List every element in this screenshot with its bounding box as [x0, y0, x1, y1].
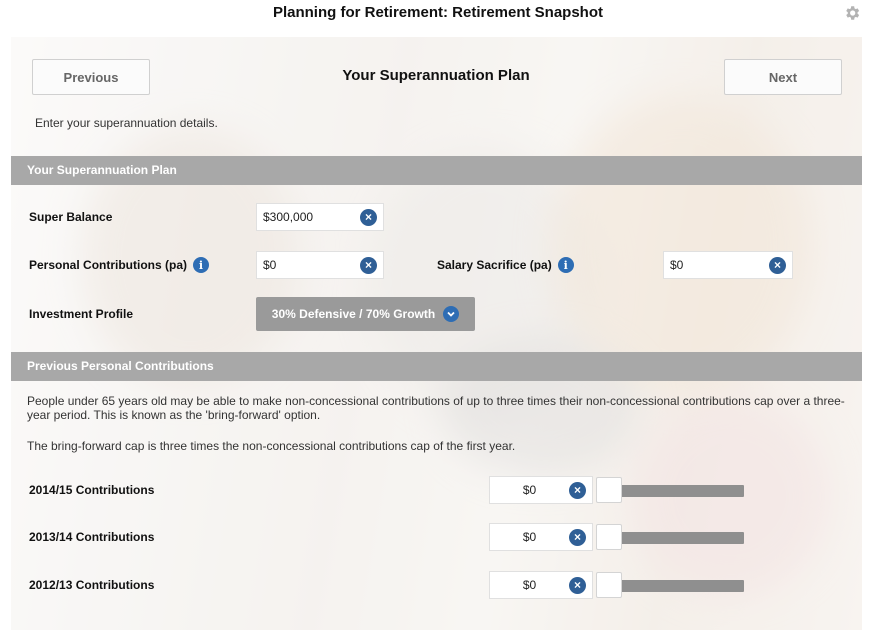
contribution-row-label: 2012/13 Contributions: [29, 578, 155, 592]
app-title: Planning for Retirement: Retirement Snap…: [272, 4, 604, 21]
slider-handle[interactable]: [596, 477, 622, 503]
contribution-slider[interactable]: [596, 524, 756, 550]
bring-forward-description: People under 65 years old may be able to…: [27, 394, 845, 422]
slider-handle[interactable]: [596, 524, 622, 550]
main-panel: Previous Your Superannuation Plan Next E…: [11, 37, 862, 630]
clear-icon[interactable]: ×: [569, 576, 586, 594]
contribution-row-label: 2014/15 Contributions: [29, 483, 155, 497]
super-balance-label: Super Balance: [29, 210, 113, 224]
investment-profile-label: Investment Profile: [29, 307, 134, 321]
next-button[interactable]: Next: [724, 59, 842, 95]
contribution-slider[interactable]: [596, 477, 756, 503]
super-balance-input[interactable]: [257, 204, 360, 230]
slider-track[interactable]: [620, 485, 744, 497]
salary-sacrifice-label: Salary Sacrifice (pa) i: [437, 257, 574, 273]
contribution-row-label: 2013/14 Contributions: [29, 530, 155, 544]
section-header-previous: Previous Personal Contributions: [11, 352, 862, 381]
page-title: Your Superannuation Plan: [342, 67, 530, 84]
contribution-input[interactable]: [490, 477, 569, 503]
slider-track[interactable]: [620, 532, 744, 544]
info-icon[interactable]: i: [557, 257, 574, 273]
personal-contributions-input[interactable]: [257, 252, 360, 278]
section-header-plan: Your Superannuation Plan: [11, 156, 862, 185]
clear-icon[interactable]: ×: [569, 528, 586, 546]
salary-sacrifice-field: ×: [663, 251, 793, 279]
contribution-slider[interactable]: [596, 572, 756, 598]
nav-bar: Previous Your Superannuation Plan Next: [11, 37, 862, 99]
gear-icon[interactable]: [843, 4, 861, 22]
slider-track[interactable]: [620, 580, 744, 592]
chevron-down-icon: [443, 306, 460, 322]
personal-contributions-label: Personal Contributions (pa) i: [29, 257, 210, 273]
super-balance-field: ×: [256, 203, 384, 231]
contribution-field: ×: [489, 476, 593, 504]
contribution-field: ×: [489, 523, 593, 551]
intro-text: Enter your superannuation details.: [35, 116, 218, 130]
clear-icon[interactable]: ×: [360, 256, 377, 274]
slider-handle[interactable]: [596, 572, 622, 598]
bring-forward-cap-note: The bring-forward cap is three times the…: [27, 439, 516, 453]
clear-icon[interactable]: ×: [769, 256, 786, 274]
clear-icon[interactable]: ×: [569, 481, 586, 499]
info-icon[interactable]: i: [193, 257, 210, 273]
salary-sacrifice-input[interactable]: [664, 252, 769, 278]
contribution-field: ×: [489, 571, 593, 599]
investment-profile-select[interactable]: 30% Defensive / 70% Growth: [256, 297, 475, 331]
personal-contributions-field: ×: [256, 251, 384, 279]
clear-icon[interactable]: ×: [360, 208, 377, 226]
previous-button[interactable]: Previous: [32, 59, 150, 95]
contribution-input[interactable]: [490, 572, 569, 598]
contribution-input[interactable]: [490, 524, 569, 550]
